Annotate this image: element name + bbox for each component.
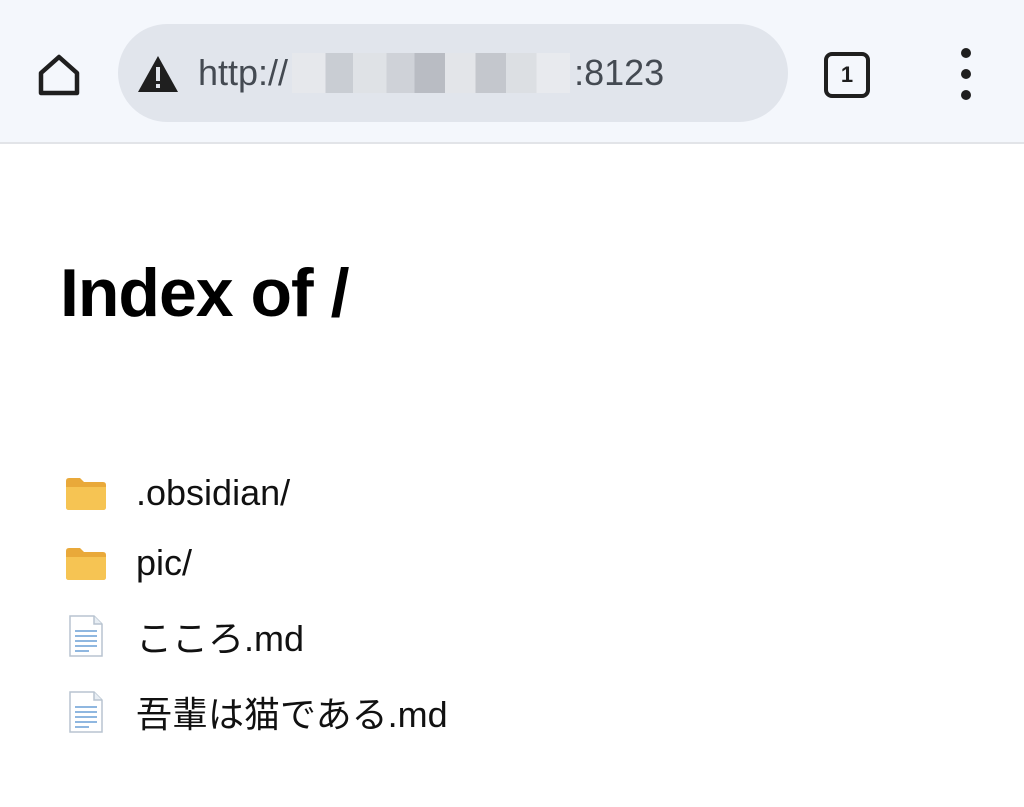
home-button[interactable]: [32, 48, 86, 102]
address-bar[interactable]: http:// :8123: [118, 24, 788, 122]
list-item: 吾輩は猫である.md: [64, 674, 448, 750]
more-menu-button[interactable]: [946, 48, 986, 100]
entry-link-obsidian[interactable]: .obsidian/: [136, 472, 290, 514]
document-icon: [69, 615, 103, 657]
entry-link-kokoro[interactable]: こころ.md: [136, 610, 304, 662]
url-text: http:// :8123: [198, 24, 664, 122]
redacted-host: [292, 53, 571, 93]
entry-link-wagahai[interactable]: 吾輩は猫である.md: [136, 686, 448, 738]
tab-count: 1: [840, 62, 854, 87]
folder-icon: [66, 548, 106, 580]
tab-switcher-button[interactable]: 1: [824, 52, 870, 98]
url-scheme: http://: [198, 52, 289, 93]
folder-icon: [66, 478, 106, 510]
url-port: :8123: [574, 52, 665, 93]
list-item: pic/: [64, 528, 448, 598]
warning-icon: [138, 56, 178, 92]
list-item: こころ.md: [64, 598, 448, 674]
home-icon: [38, 54, 80, 96]
more-vert-icon: [961, 48, 971, 58]
page-title: Index of /: [60, 255, 349, 331]
list-item: .obsidian/: [64, 458, 448, 528]
tab-switcher-icon: 1: [824, 52, 870, 98]
entry-link-pic[interactable]: pic/: [136, 542, 192, 584]
browser-toolbar: http:// :8123 1: [0, 0, 1024, 144]
document-icon: [69, 691, 103, 733]
file-listing: .obsidian/ pic/ こころ.md 吾輩は猫である.md: [64, 458, 448, 750]
